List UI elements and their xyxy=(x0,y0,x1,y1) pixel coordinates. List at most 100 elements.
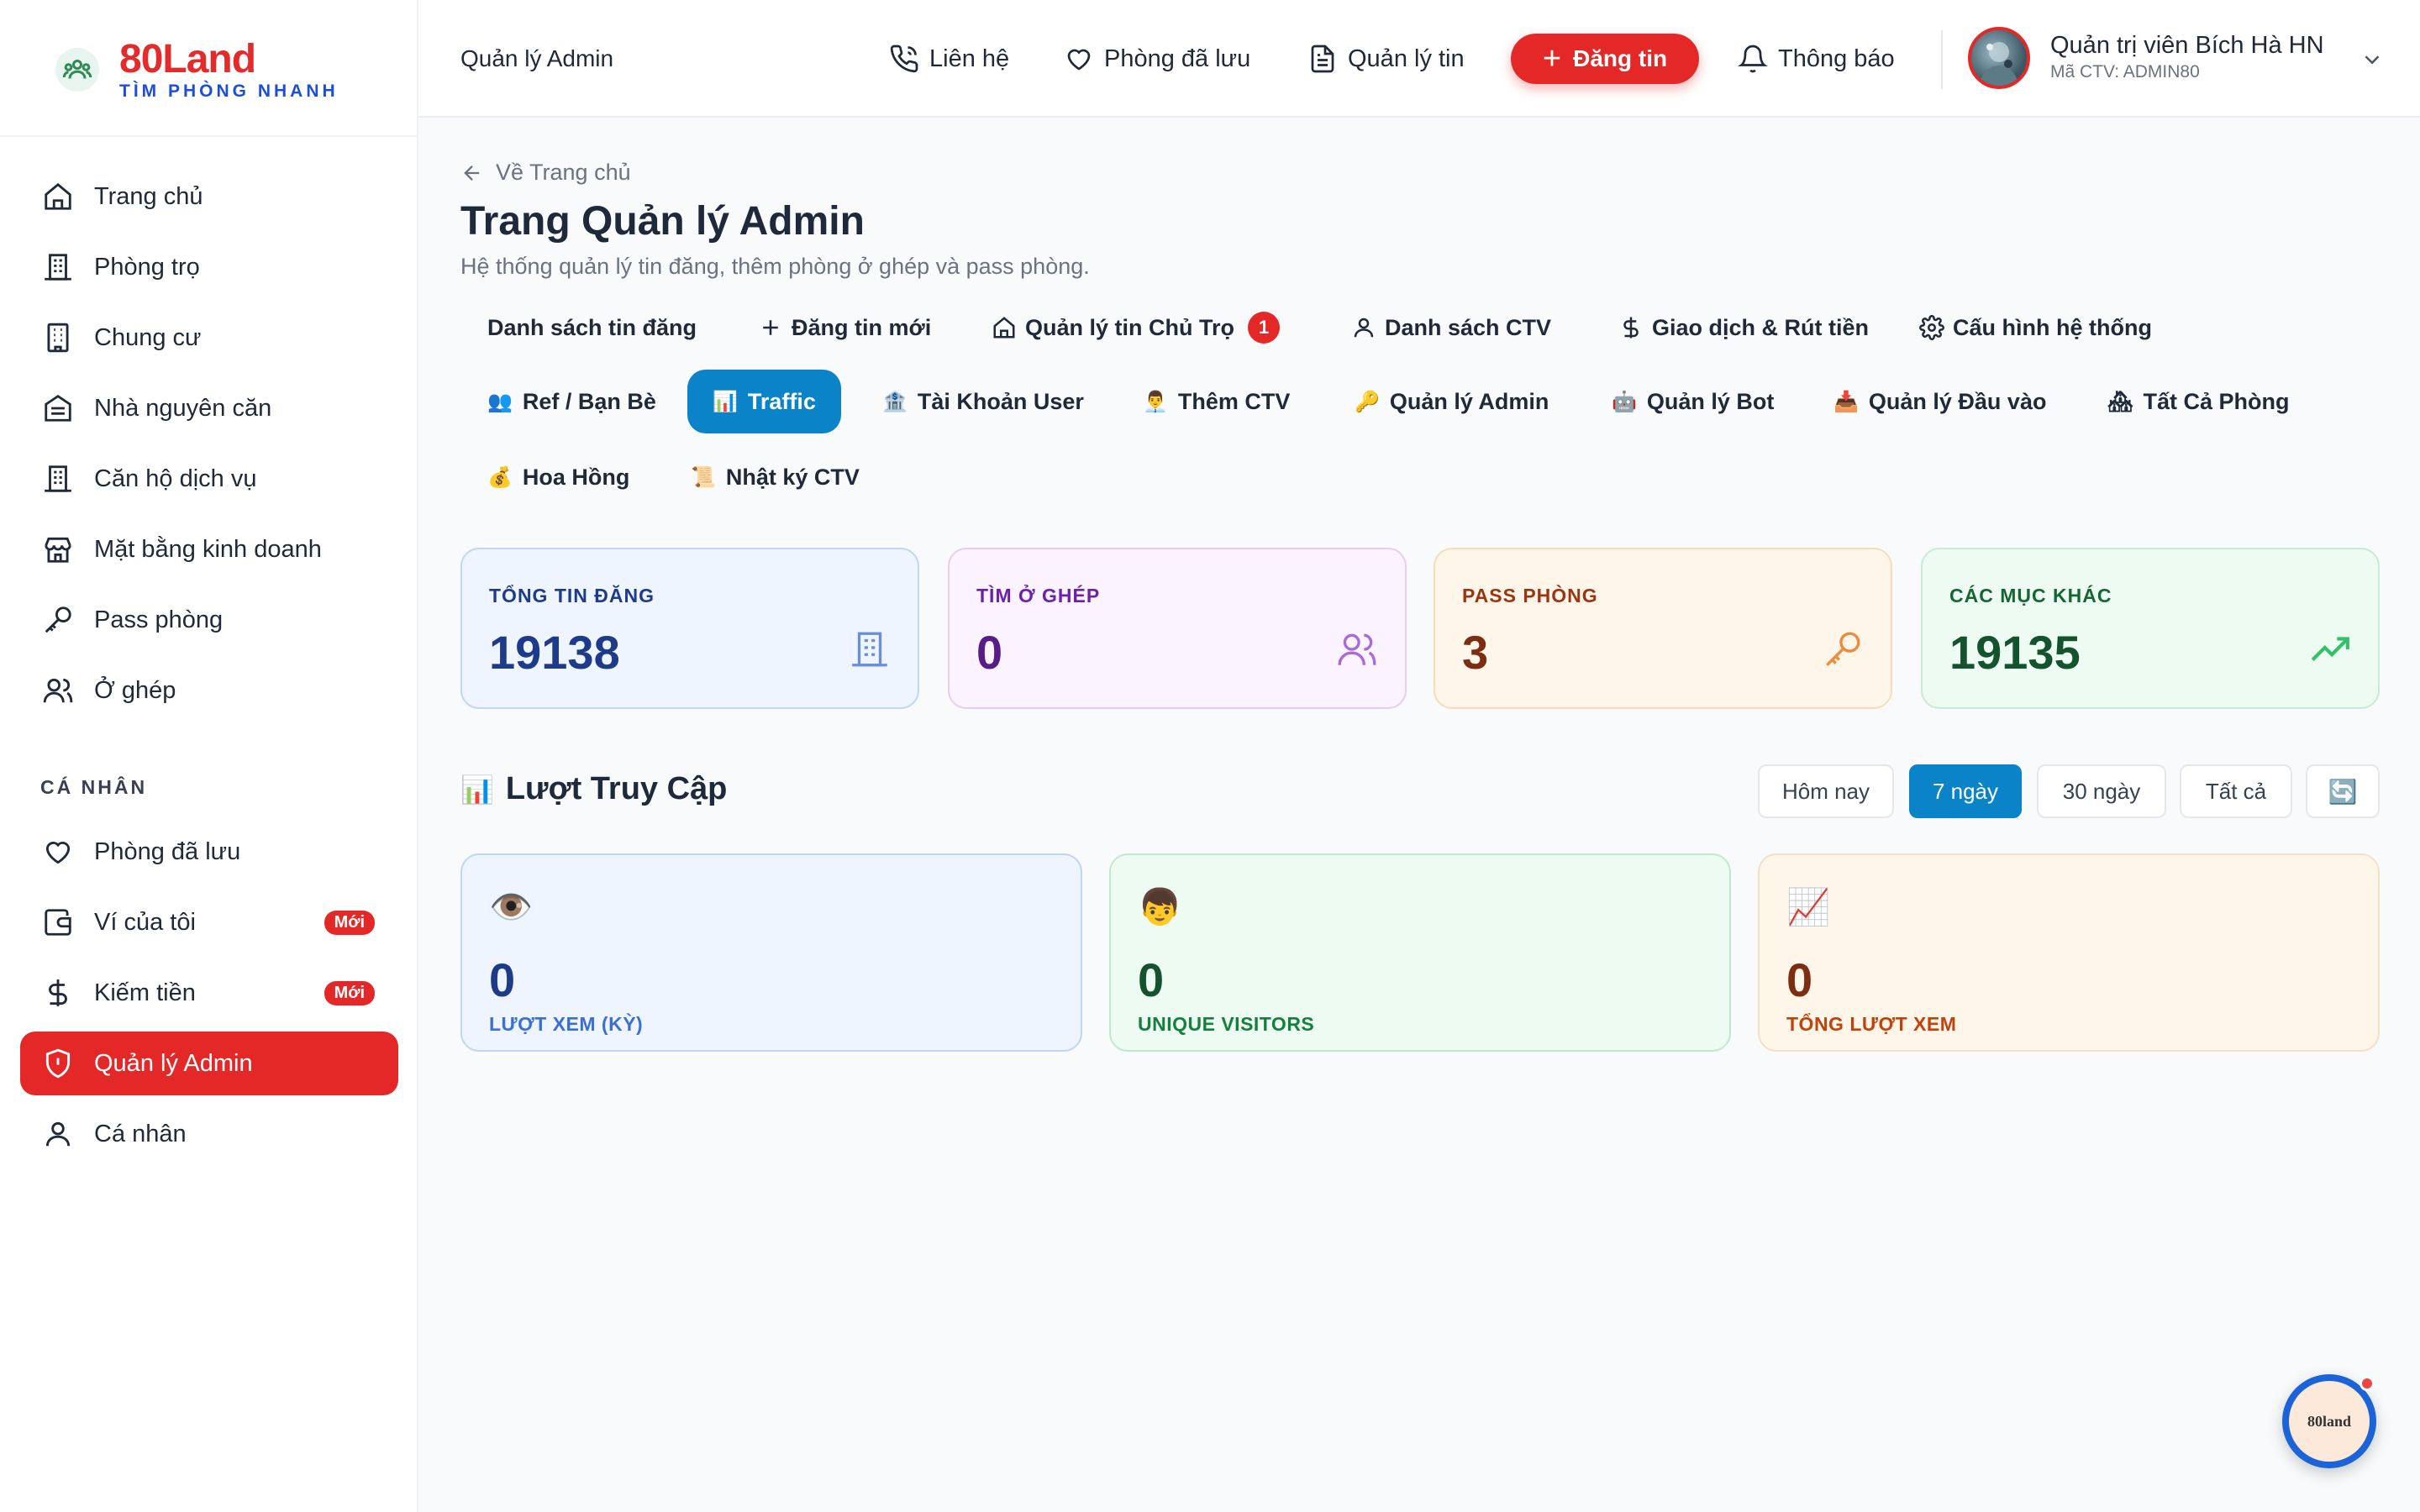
inbox-icon: 📥 xyxy=(1833,390,1859,413)
range-today-button[interactable]: Hôm nay xyxy=(1758,764,1894,818)
tab-add-ctv[interactable]: 👨‍💼 Thêm CTV xyxy=(1118,371,1315,432)
tab-label: Nhật ký CTV xyxy=(725,464,860,490)
header-divider xyxy=(1941,30,1943,89)
sidebar-divider xyxy=(0,135,418,137)
sidebar-item-label: Quản lý Admin xyxy=(94,1049,253,1077)
tab-referrals[interactable]: 👥 Ref / Bạn Bè xyxy=(462,371,681,432)
stat-value: 19138 xyxy=(489,626,620,679)
sidebar-item-whole-house[interactable]: Nhà nguyên căn xyxy=(20,376,398,440)
bar-chart-icon: 📊 xyxy=(460,774,494,805)
refresh-icon[interactable]: 🔄 xyxy=(2306,764,2380,818)
tab-label: Hoa Hồng xyxy=(522,464,630,490)
range-30-days-button[interactable]: 30 ngày xyxy=(2037,764,2166,818)
home-icon xyxy=(45,182,71,210)
range-all-button[interactable]: Tất cả xyxy=(2180,764,2292,818)
chat-fab-button[interactable]: 80land xyxy=(2282,1374,2376,1468)
sidebar-item-profile[interactable]: Cá nhân xyxy=(20,1102,398,1166)
tab-commission[interactable]: 💰 Hoa Hồng xyxy=(462,447,655,507)
back-label: Về Trang chủ xyxy=(496,160,631,185)
saved-rooms-link[interactable]: Phòng đã lưu xyxy=(1064,40,1250,77)
tab-label: Quản lý tin Chủ Trọ xyxy=(1025,314,1234,340)
sidebar-item-apartments[interactable]: Chung cư xyxy=(20,306,398,370)
sidebar-item-service-apartments[interactable]: Căn hộ dịch vụ xyxy=(20,447,398,511)
sidebar-item-business-premises[interactable]: Mặt bằng kinh doanh xyxy=(20,517,398,581)
tab-post-list[interactable]: Danh sách tin đăng xyxy=(462,297,722,358)
sidebar-item-home[interactable]: Trang chủ xyxy=(20,165,398,228)
range-7-days-button[interactable]: 7 ngày xyxy=(1909,764,2022,818)
shield-icon xyxy=(45,1048,71,1079)
houses-icon: 🏘 xyxy=(2107,390,2133,413)
tab-new-post[interactable]: Đăng tin mới xyxy=(733,297,956,358)
tab-traffic[interactable]: 📊 Traffic xyxy=(687,370,841,433)
sidebar-item-wallet[interactable]: Ví của tôi Mới xyxy=(20,890,398,954)
user-code: Mã CTV: ADMIN80 xyxy=(2050,62,2200,81)
tab-bot-manage[interactable]: 🤖 Quản lý Bot xyxy=(1586,371,1799,432)
users-icon xyxy=(1338,633,1376,665)
sidebar-item-label: Căn hộ dịch vụ xyxy=(94,465,257,492)
back-to-home-link[interactable]: Về Trang chủ xyxy=(460,160,631,186)
sidebar-personal-nav: Phòng đã lưu Ví của tôi Mới Kiếm tiền Mớ… xyxy=(20,820,398,1173)
stat-value: 0 xyxy=(976,626,1003,679)
traffic-title-text: Lượt Truy Cập xyxy=(505,771,728,806)
sidebar-item-pass-room[interactable]: Pass phòng xyxy=(20,588,398,652)
sidebar-item-roommate[interactable]: Ở ghép xyxy=(20,659,398,722)
traffic-value: 0 xyxy=(489,953,516,1006)
sidebar-item-label: Cá nhân xyxy=(94,1120,187,1147)
bank-icon: 🏦 xyxy=(882,390,908,413)
office-worker-icon: 👨‍💼 xyxy=(1143,390,1168,413)
apartment-icon xyxy=(47,323,69,353)
sidebar-item-admin[interactable]: Quản lý Admin xyxy=(20,1032,398,1095)
tab-transactions[interactable]: Giao dịch & Rút tiền xyxy=(1593,297,1894,358)
person-icon: 👦 xyxy=(1138,887,1182,927)
logo-users-icon xyxy=(55,48,99,92)
header-title: Quản lý Admin xyxy=(460,45,614,71)
trending-up-icon xyxy=(2311,637,2349,661)
tab-landlord-posts[interactable]: Quản lý tin Chủ Trọ 1 xyxy=(966,297,1305,358)
tab-ctv-log[interactable]: 📜 Nhật ký CTV xyxy=(666,447,885,507)
tab-user-accounts[interactable]: 🏦 Tài Khoản User xyxy=(857,371,1109,432)
heart-icon xyxy=(45,842,71,864)
avatar[interactable] xyxy=(1968,27,2030,89)
contact-link[interactable]: Liên hệ xyxy=(889,40,1009,77)
sidebar-item-label: Ở ghép xyxy=(94,676,176,704)
scroll-icon: 📜 xyxy=(691,465,716,489)
user-icon xyxy=(45,1121,71,1147)
post-listing-button[interactable]: + Đăng tin xyxy=(1511,34,1699,84)
stat-value: 19135 xyxy=(1949,626,2081,679)
page-subtitle: Hệ thống quản lý tin đăng, thêm phòng ở … xyxy=(460,254,1090,279)
notification-dot xyxy=(2360,1376,2375,1391)
manage-posts-link[interactable]: Quản lý tin xyxy=(1307,40,1465,77)
building-icon xyxy=(45,254,71,281)
new-badge: Mới xyxy=(324,980,375,1005)
tab-label: Tài Khoản User xyxy=(917,388,1084,414)
new-badge: Mới xyxy=(324,910,375,935)
bar-chart-icon: 📊 xyxy=(713,390,738,413)
wallet-icon xyxy=(45,909,71,936)
tab-label: Quản lý Admin xyxy=(1389,388,1549,414)
traffic-value: 0 xyxy=(1138,953,1165,1006)
sidebar-item-label: Trang chủ xyxy=(94,182,203,210)
stat-label: TỔNG TIN ĐĂNG xyxy=(489,585,655,606)
sidebar-item-label: Nhà nguyên căn xyxy=(94,394,272,422)
sidebar-section-personal: CÁ NHÂN xyxy=(40,776,148,798)
tab-system-config[interactable]: Cấu hình hệ thống xyxy=(1894,297,2177,358)
notifications-label: Thông báo xyxy=(1778,45,1895,72)
sidebar: 80Land TÌM PHÒNG NHANH Trang chủ Phòng t… xyxy=(0,0,418,1512)
tab-all-rooms[interactable]: 🏘 Tất Cả Phòng xyxy=(2082,371,2314,432)
users-icon xyxy=(43,678,73,703)
saved-rooms-label: Phòng đã lưu xyxy=(1104,45,1251,72)
stat-card-roommate: TÌM Ở GHÉP 0 xyxy=(948,548,1407,709)
sidebar-item-rooms[interactable]: Phòng trọ xyxy=(20,235,398,299)
brand-tagline: TÌM PHÒNG NHANH xyxy=(119,81,339,101)
gear-icon xyxy=(1919,315,1944,340)
tab-ctv-list[interactable]: Danh sách CTV xyxy=(1326,297,1576,358)
sidebar-item-earn-money[interactable]: Kiếm tiền Mới xyxy=(20,961,398,1025)
brand-logo[interactable]: 80Land TÌM PHÒNG NHANH xyxy=(55,32,339,108)
sidebar-item-label: Kiếm tiền xyxy=(94,979,196,1006)
tab-input-manage[interactable]: 📥 Quản lý Đầu vào xyxy=(1808,371,2071,432)
sidebar-item-saved-rooms[interactable]: Phòng đã lưu xyxy=(20,820,398,884)
tab-admin-manage[interactable]: 🔑 Quản lý Admin xyxy=(1329,371,1574,432)
notifications-link[interactable]: Thông báo xyxy=(1738,40,1895,77)
manage-posts-label: Quản lý tin xyxy=(1348,45,1465,72)
chevron-down-icon[interactable] xyxy=(2360,47,2385,72)
